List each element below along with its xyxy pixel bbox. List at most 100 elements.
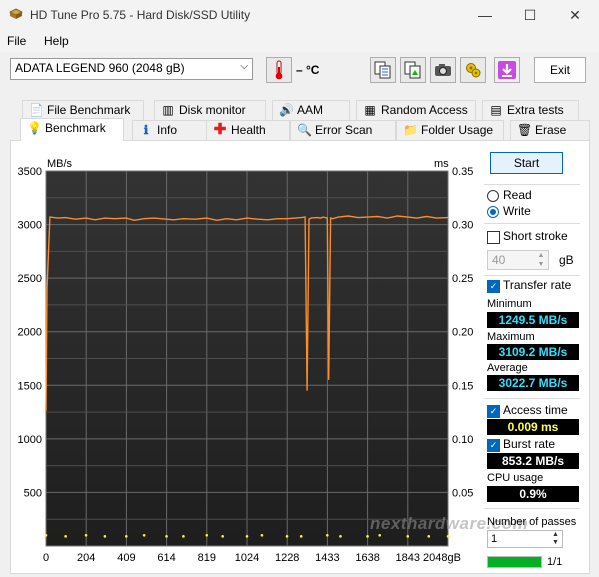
tab-error-scan[interactable]: 🔍 Error Scan [290, 120, 396, 140]
tab-random-access[interactable]: ▦ Random Access [356, 100, 476, 120]
burst-rate-label: Burst rate [503, 437, 556, 451]
tab-file-benchmark[interactable]: 📄 File Benchmark [22, 100, 144, 120]
x-tick-label: 819 [198, 552, 216, 564]
trash-icon: 🗑 [517, 123, 533, 137]
cpu-usage-value: 0.9% [487, 486, 579, 502]
minimum-label: Minimum [487, 298, 532, 310]
read-radio[interactable] [487, 190, 499, 202]
minimum-value: 1249.5 MB/s [487, 312, 579, 328]
tab-label: AAM [297, 103, 324, 117]
short-stroke-checkbox[interactable]: ✓ [487, 231, 500, 244]
access-time-point [182, 535, 185, 538]
average-label: Average [487, 362, 528, 374]
tab-label: Health [231, 123, 266, 137]
y2-axis-label: ms [434, 158, 449, 170]
health-cross-icon: ✚ [213, 121, 227, 138]
access-time-point [124, 535, 128, 538]
access-time-point [245, 535, 249, 538]
x-tick-label: 1228 [275, 552, 299, 564]
tab-erase[interactable]: 🗑 Erase [510, 120, 590, 140]
tab-extra-tests[interactable]: ▤ Extra tests [482, 100, 579, 120]
burst-rate-checkbox[interactable]: ✓ [487, 439, 500, 452]
y-tick-label: 3500 [18, 166, 42, 178]
y2-tick-label: 0.20 [452, 327, 473, 339]
cpu-usage-label: CPU usage [487, 472, 544, 484]
menu-file[interactable]: File [7, 34, 26, 48]
divider [484, 184, 580, 185]
tab-folder-usage[interactable]: 📁 Folder Usage [396, 120, 504, 140]
access-time-point [285, 535, 289, 538]
grid-icon: ▦ [364, 103, 376, 117]
spinner-arrows-icon[interactable]: ▲ ▼ [549, 531, 562, 547]
pass-progress-bar [487, 556, 542, 568]
access-time-point [84, 533, 88, 537]
tab-label: Error Scan [315, 123, 373, 137]
exit-button[interactable]: Exit [534, 57, 586, 83]
access-time-point [221, 535, 224, 538]
options-icon[interactable] [460, 57, 486, 83]
y-tick-label: 1000 [18, 434, 42, 446]
access-time-point [339, 535, 342, 538]
tab-disk-monitor[interactable]: ▥ Disk monitor [154, 100, 266, 120]
drive-select-value: ADATA LEGEND 960 (2048 gB) [15, 61, 185, 75]
access-time-value: 0.009 ms [487, 419, 579, 435]
x-tick-label: 409 [117, 552, 135, 564]
y-tick-label: 1500 [18, 380, 42, 392]
y-tick-label: 3000 [18, 220, 42, 232]
minimize-button[interactable]: — [463, 0, 507, 30]
access-time-point [299, 535, 303, 538]
short-stroke-label: Short stroke [503, 229, 568, 243]
y2-tick-label: 0.25 [452, 273, 473, 285]
menu-help[interactable]: Help [44, 34, 69, 48]
x-tick-label: 0 [43, 552, 49, 564]
access-time-point [165, 535, 168, 538]
copy-text-icon[interactable] [370, 57, 396, 83]
x-tick-label: 1433 [315, 552, 339, 564]
start-button[interactable]: Start [490, 152, 563, 174]
camera-icon[interactable] [430, 57, 456, 83]
divider [484, 508, 580, 509]
y2-tick-label: 0.35 [452, 166, 473, 178]
download-icon[interactable] [494, 57, 520, 83]
tab-label: Info [157, 123, 178, 137]
burst-rate-value: 853.2 MB/s [487, 453, 579, 469]
access-time-point [260, 533, 264, 537]
progress-text: 1/1 [547, 556, 563, 568]
tab-label: Disk monitor [179, 103, 246, 117]
access-time-point [406, 535, 410, 538]
access-time-point [205, 533, 209, 537]
tab-health[interactable]: ✚ Health [206, 120, 290, 140]
tab-label: Benchmark [45, 121, 106, 135]
spinner-arrows-icon[interactable]: ▲ ▼ [534, 251, 548, 269]
access-time-point [378, 533, 381, 537]
y2-tick-label: 0.10 [452, 434, 473, 446]
write-label: Write [503, 204, 531, 218]
tab-benchmark[interactable]: 💡 Benchmark [20, 118, 124, 141]
close-button[interactable]: ✕ [553, 0, 597, 30]
tab-label: File Benchmark [47, 103, 131, 117]
chart-doc-icon: ▤ [490, 103, 502, 117]
divider [484, 398, 580, 399]
write-radio[interactable] [487, 206, 499, 218]
tab-aam[interactable]: 🔊 AAM [272, 100, 350, 120]
magnifier-icon: 🔍 [297, 123, 312, 137]
bar-chart-icon: ▥ [162, 103, 174, 117]
access-time-point [64, 535, 67, 538]
copy-image-icon[interactable] [400, 57, 426, 83]
access-time-point [325, 533, 329, 537]
divider [484, 275, 580, 276]
passes-label: Number of passes [487, 516, 577, 528]
x-tick-label: 614 [157, 552, 175, 564]
transfer-rate-checkbox[interactable]: ✓ [487, 280, 500, 293]
access-time-point [103, 535, 107, 538]
access-time-point [366, 535, 369, 538]
x-tick-label: 1843 [396, 552, 420, 564]
access-time-point [427, 535, 431, 538]
menu-bar [0, 30, 599, 52]
stroke-unit: gB [559, 253, 574, 267]
access-time-checkbox[interactable]: ✓ [487, 405, 500, 418]
maximize-button[interactable]: ☐ [508, 0, 552, 30]
tab-label: Random Access [381, 103, 468, 117]
drive-select[interactable]: ADATA LEGEND 960 (2048 gB) ⌵ [10, 58, 253, 80]
chevron-down-icon: ⌵ [240, 61, 248, 72]
